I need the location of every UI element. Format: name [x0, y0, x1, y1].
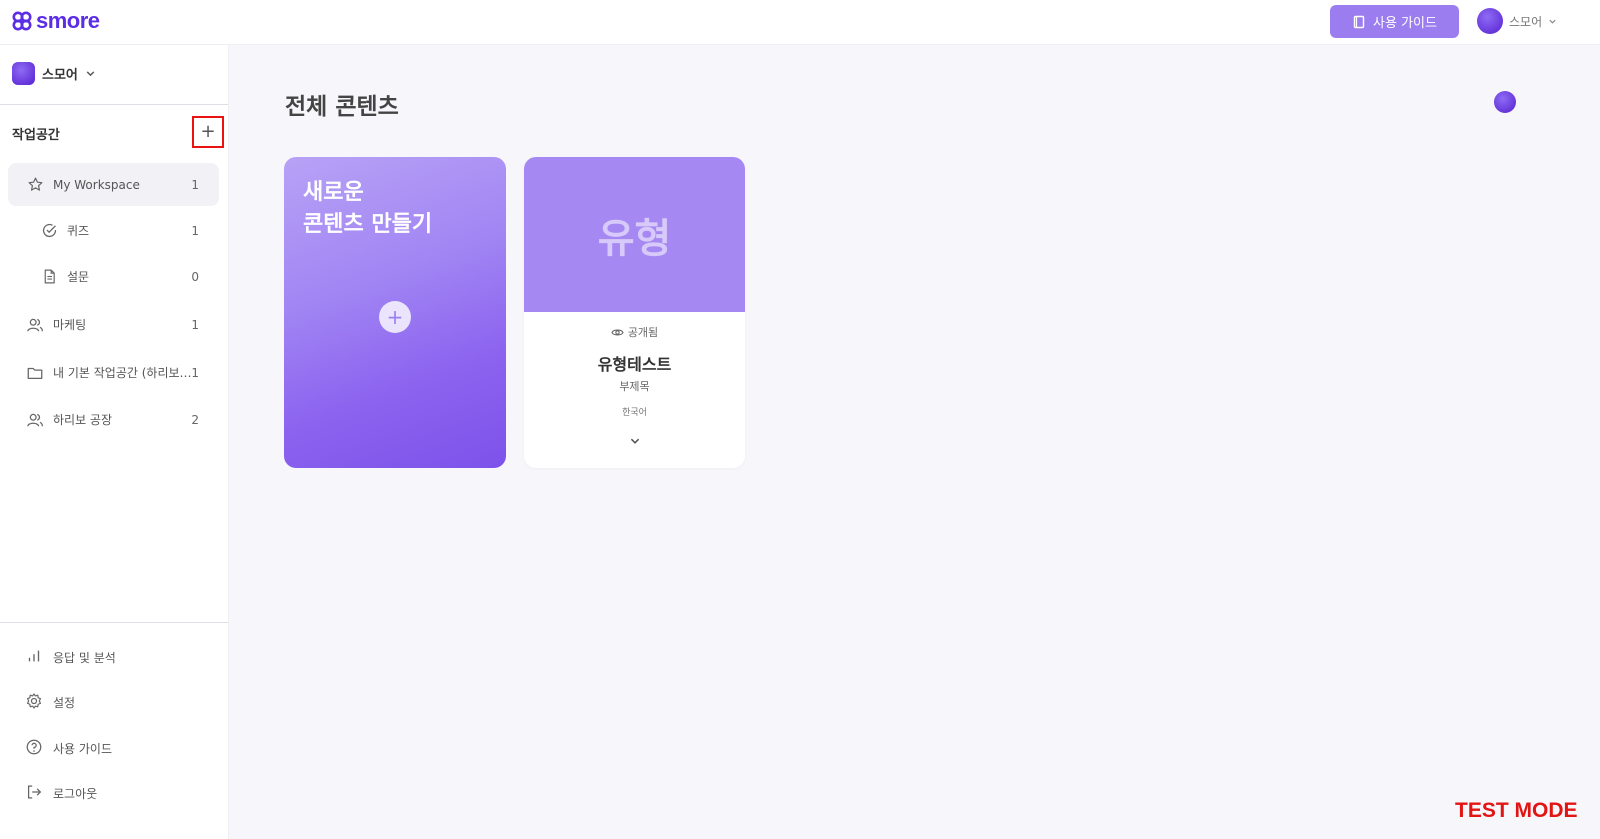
bar-chart-icon: [25, 647, 43, 668]
add-workspace-button[interactable]: +: [192, 116, 224, 148]
sidebar-item-count: 2: [191, 412, 199, 427]
space-selector[interactable]: 스모어: [12, 62, 96, 85]
avatar: [1477, 8, 1503, 34]
sidebar-item-count: 1: [191, 177, 199, 192]
users-icon: [25, 410, 45, 430]
avatar[interactable]: [1494, 91, 1516, 113]
create-content-title-line1: 새로운: [303, 180, 364, 205]
logo-text: smore: [36, 8, 100, 33]
sidebar-item-label: 마케팅: [53, 318, 87, 332]
book-icon: [1353, 15, 1365, 28]
sidebar-item-count: 1: [191, 317, 199, 332]
visibility-status: 공개됨: [524, 324, 745, 340]
nav-user-guide-label: 사용 가이드: [53, 742, 113, 756]
sidebar-item-count: 0: [191, 269, 199, 284]
create-content-title-line2: 콘텐츠 만들기: [303, 212, 433, 237]
content-subtitle: 부제목: [619, 380, 650, 393]
sidebar-item-count: 1: [191, 223, 199, 238]
sidebar-item-marketing[interactable]: 마케팅 1: [8, 303, 219, 346]
space-avatar: [12, 62, 35, 85]
plus-icon[interactable]: +: [379, 301, 411, 333]
nav-analytics[interactable]: 응답 및 분석: [25, 647, 116, 668]
page-title: 전체 콘텐츠: [285, 94, 399, 120]
workspace-section-title: 작업공간: [12, 128, 60, 143]
create-content-title: 새로운 콘텐츠 만들기: [303, 177, 432, 241]
user-guide-label: 사용 가이드: [1373, 16, 1437, 31]
sidebar-item-quiz[interactable]: 퀴즈 1: [8, 209, 219, 252]
space-name: 스모어: [42, 68, 78, 83]
test-mode-label: TEST MODE: [1455, 799, 1578, 822]
sidebar-item-haribo-factory[interactable]: 하리보 공장 2: [8, 398, 219, 441]
visibility-label: 공개됨: [627, 326, 659, 339]
logout-icon: [25, 783, 43, 804]
help-circle-icon: [25, 738, 43, 759]
nav-logout[interactable]: 로그아웃: [25, 783, 97, 804]
top-bar: smore 사용 가이드 스모어: [0, 0, 1600, 45]
chevron-down-icon: [86, 71, 95, 77]
content-card[interactable]: 유형 공개됨 유형테스트 부제목 한국어: [524, 157, 745, 468]
divider: [0, 104, 228, 105]
check-circle-icon: [39, 221, 59, 241]
create-content-card[interactable]: 새로운 콘텐츠 만들기 +: [284, 157, 506, 468]
sidebar: 스모어 작업공간 + My Workspace 1 퀴즈 1 설문 0 마케팅: [0, 45, 229, 839]
content-thumbnail-text: 유형: [597, 215, 672, 262]
sidebar-item-label: My Workspace: [53, 177, 140, 192]
sidebar-item-count: 1: [191, 365, 199, 380]
nav-settings[interactable]: 설정: [25, 692, 75, 713]
content-thumbnail[interactable]: 유형: [524, 157, 745, 312]
users-icon: [25, 315, 45, 335]
star-icon: [25, 175, 45, 195]
eye-icon: [611, 329, 624, 335]
expand-button[interactable]: [627, 433, 643, 449]
nav-settings-label: 설정: [53, 696, 76, 710]
chevron-down-icon: [1549, 19, 1556, 24]
sidebar-item-label: 내 기본 작업공간 (하리보'…: [53, 366, 193, 380]
sidebar-item-label: 설문: [67, 270, 90, 284]
nav-logout-label: 로그아웃: [53, 787, 98, 801]
user-name: 스모어: [1509, 14, 1543, 29]
sidebar-item-label: 하리보 공장: [53, 413, 113, 427]
user-menu[interactable]: 스모어: [1477, 8, 1557, 34]
gear-icon: [25, 692, 43, 713]
logo[interactable]: smore: [12, 9, 100, 33]
content-title: 유형테스트: [597, 355, 672, 374]
nav-analytics-label: 응답 및 분석: [53, 651, 116, 665]
sidebar-item-label: 퀴즈: [67, 224, 90, 238]
user-guide-button[interactable]: 사용 가이드: [1330, 5, 1459, 38]
sidebar-item-survey[interactable]: 설문 0: [8, 255, 219, 298]
smore-logo-icon: [12, 11, 32, 31]
document-icon: [39, 267, 59, 287]
sidebar-item-my-workspace[interactable]: My Workspace 1: [8, 163, 219, 206]
divider: [0, 622, 228, 623]
chevron-down-icon: [630, 438, 640, 444]
content-language: 한국어: [622, 408, 647, 418]
folder-icon: [25, 363, 45, 383]
sidebar-item-default-workspace[interactable]: 내 기본 작업공간 (하리보'… 1: [8, 351, 219, 394]
nav-user-guide[interactable]: 사용 가이드: [25, 738, 112, 759]
